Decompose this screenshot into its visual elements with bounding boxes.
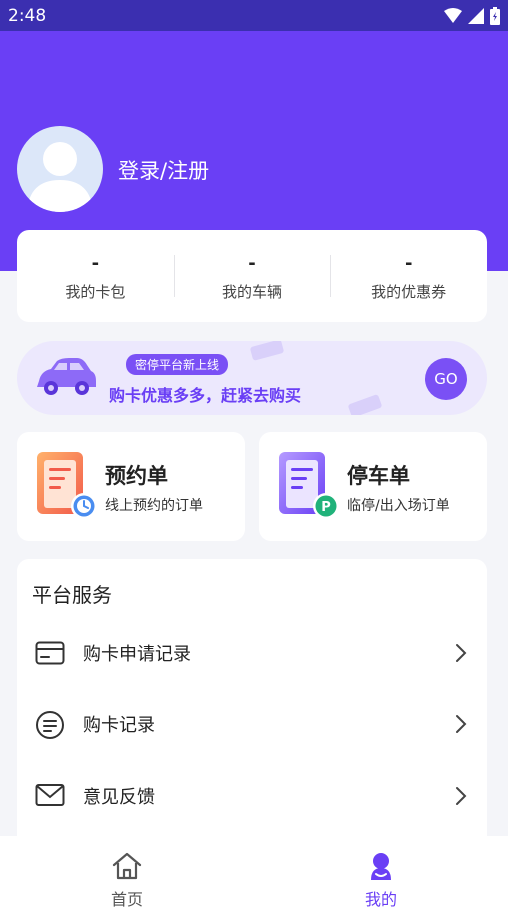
home-icon	[112, 852, 142, 880]
wifi-icon	[444, 7, 462, 23]
status-time: 2:48	[8, 5, 47, 26]
stats-card: - 我的卡包 - 我的车辆 - 我的优惠券	[17, 230, 487, 322]
battery-icon	[490, 6, 500, 25]
default-user-avatar-icon	[27, 142, 93, 212]
decorative-ticket-icon	[250, 341, 284, 361]
stat-label: 我的优惠券	[371, 282, 447, 301]
services-title: 平台服务	[32, 583, 112, 607]
avatar[interactable]	[17, 126, 103, 212]
stat-label: 我的卡包	[65, 282, 126, 301]
tab-label: 我的	[364, 890, 397, 909]
promo-banner[interactable]: 密停平台新上线 购卡优惠多多，赶紧去购买 GO	[17, 341, 487, 415]
promo-text: 购卡优惠多多，赶紧去购买	[109, 386, 302, 405]
service-item-feedback[interactable]: 意见反馈	[17, 766, 487, 826]
car-icon	[37, 358, 96, 395]
chevron-right-icon	[456, 715, 467, 733]
parking-orders-card[interactable]: P 停车单 临停/出入场订单	[259, 432, 487, 541]
platform-services-panel: 平台服务 购卡申请记录 购卡记录 意见反馈	[17, 559, 487, 859]
reservation-orders-card[interactable]: 预约单 线上预约的订单	[17, 432, 245, 541]
status-bar: 2:48	[0, 0, 508, 31]
stat-vehicles[interactable]: - 我的车辆	[173, 251, 331, 302]
list-circle-icon	[36, 711, 64, 739]
decorative-ticket-icon	[348, 394, 382, 415]
parking-document-icon: P	[279, 452, 339, 519]
chevron-right-icon	[456, 787, 467, 805]
profile-icon	[371, 853, 391, 880]
login-register-link[interactable]: 登录/注册	[118, 155, 209, 185]
service-label: 购卡记录	[83, 715, 155, 736]
svg-text:P: P	[321, 500, 331, 515]
promo-go-button[interactable]: GO	[425, 358, 467, 400]
tab-home[interactable]: 首页	[0, 836, 254, 918]
bottom-tab-bar: 首页 我的	[0, 836, 508, 918]
stat-label: 我的车辆	[222, 282, 283, 301]
tab-mine[interactable]: 我的	[254, 836, 508, 918]
promo-tag: 密停平台新上线	[126, 354, 229, 375]
service-item-card-application-records[interactable]: 购卡申请记录	[17, 623, 487, 683]
chevron-right-icon	[456, 644, 467, 662]
stat-card-wallet[interactable]: - 我的卡包	[17, 251, 174, 302]
service-label: 购卡申请记录	[83, 644, 191, 665]
card-icon	[35, 641, 65, 665]
stat-value: -	[248, 252, 256, 274]
order-title: 预约单	[105, 464, 168, 488]
reservation-document-icon	[37, 452, 97, 519]
stat-value: -	[91, 252, 100, 274]
service-label: 意见反馈	[83, 787, 155, 808]
order-subtitle: 临停/出入场订单	[347, 498, 450, 514]
order-subtitle: 线上预约的订单	[105, 498, 203, 514]
signal-icon	[468, 7, 484, 24]
stat-coupons[interactable]: - 我的优惠券	[330, 251, 487, 302]
order-title: 停车单	[347, 464, 410, 488]
tab-label: 首页	[110, 890, 143, 909]
mail-icon	[35, 784, 65, 806]
service-item-card-records[interactable]: 购卡记录	[17, 694, 487, 754]
stat-value: -	[404, 252, 413, 274]
